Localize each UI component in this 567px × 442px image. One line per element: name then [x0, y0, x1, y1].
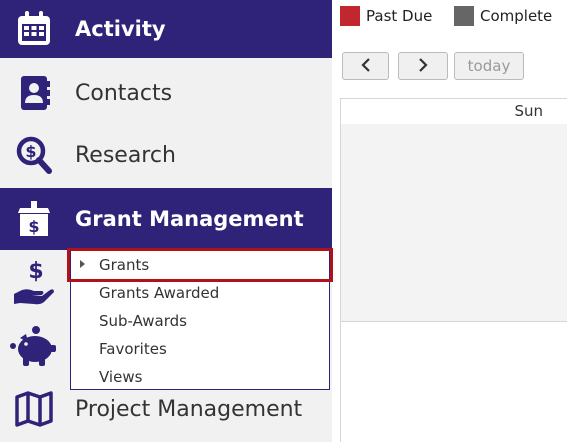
submenu-label-views: Views	[99, 368, 143, 386]
submenu-item-grants[interactable]: Grants	[99, 256, 149, 274]
calendar-grid: Sun	[340, 98, 567, 442]
search-dollar-icon: $	[14, 135, 54, 175]
hand-dollar-icon[interactable]: $	[12, 258, 56, 308]
grant-management-submenu: Grants Grants Awarded Sub-Awards Favorit…	[70, 250, 330, 390]
nav-item-grant-management[interactable]: $ Grant Management	[0, 188, 332, 250]
nav-label-research: Research	[75, 142, 176, 168]
svg-text:$: $	[28, 217, 39, 236]
contact-book-icon	[14, 73, 54, 113]
complete-swatch	[454, 6, 474, 26]
dollar-box-icon: $	[14, 199, 54, 239]
submenu-item-sub-awards[interactable]: Sub-Awards	[99, 312, 187, 330]
chevron-right-icon	[417, 57, 429, 76]
nav-item-activity[interactable]: Activity	[0, 0, 332, 58]
calendar-icon	[14, 9, 54, 49]
piggy-bank-icon[interactable]	[10, 326, 58, 370]
prev-button[interactable]	[342, 52, 389, 80]
submenu-label-grants: Grants	[99, 256, 150, 274]
nav-item-contacts[interactable]: Contacts	[0, 62, 332, 124]
submenu-label-grants-awarded: Grants Awarded	[99, 284, 220, 302]
legend-past-due: Past Due	[340, 6, 432, 26]
calendar-day-cell[interactable]	[341, 124, 567, 322]
chevron-left-icon	[360, 57, 372, 76]
nav-label-project-management: Project Management	[75, 396, 303, 422]
submenu-label-sub-awards: Sub-Awards	[99, 312, 187, 330]
nav-item-research[interactable]: $ Research	[0, 124, 332, 186]
day-header-sun: Sun	[514, 102, 543, 120]
nav-label-contacts: Contacts	[75, 80, 173, 106]
submenu-item-views[interactable]: Views	[99, 368, 142, 386]
today-label: today	[467, 57, 511, 75]
today-button[interactable]: today	[454, 52, 524, 80]
submenu-item-favorites[interactable]: Favorites	[99, 340, 167, 358]
caret-right-icon	[80, 260, 85, 268]
svg-text:$: $	[25, 142, 36, 161]
nav-label-activity: Activity	[75, 17, 166, 41]
legend-complete-label: Complete	[480, 7, 553, 25]
past-due-swatch	[340, 6, 360, 26]
submenu-item-grants-awarded[interactable]: Grants Awarded	[99, 284, 219, 302]
submenu-label-favorites: Favorites	[99, 340, 167, 358]
legend-past-due-label: Past Due	[366, 7, 433, 25]
map-icon	[14, 389, 54, 429]
next-button[interactable]	[398, 52, 448, 80]
legend-complete: Complete	[454, 6, 552, 26]
nav-label-grant-management: Grant Management	[75, 207, 304, 231]
calendar-panel: Past Due Complete today Sun	[338, 0, 567, 442]
day-header-row: Sun	[341, 98, 567, 125]
svg-text:$: $	[28, 259, 43, 284]
